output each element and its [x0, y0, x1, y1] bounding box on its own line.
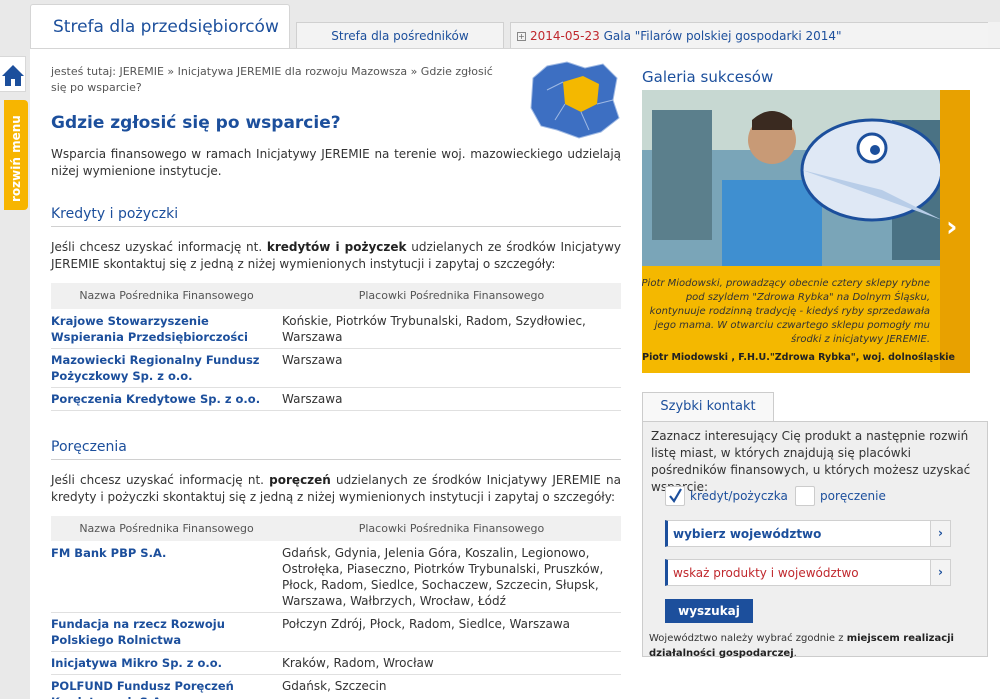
institution-name-link[interactable]: Fundacja na rzecz Rozwoju Polskiego Roln… [51, 612, 282, 652]
expand-icon[interactable]: + [517, 32, 526, 41]
table-row: FM Bank PBP S.A. Gdańsk, Gdynia, Jelenia … [51, 541, 621, 613]
intro-text: Wsparcia finansowego w ramach Inicjatywy… [51, 147, 621, 178]
institution-name-link[interactable]: Inicjatywa Mikro Sp. z o.o. [51, 651, 282, 675]
checkbox-poreczenie[interactable] [795, 486, 815, 506]
tab-quick-contact[interactable]: Szybki kontakt [642, 392, 774, 422]
gallery-title: Galeria sukcesów [642, 68, 774, 86]
chevron-right-icon: › [930, 521, 950, 546]
news-ticker[interactable]: +2014-05-23 Gala "Filarów polskiej gospo… [510, 22, 1000, 48]
table-row: Poręczenia Kredytowe Sp. z o.o. Warszawa [51, 387, 621, 411]
institution-locations: Połczyn Zdrój, Płock, Radom, Siedlce, Wa… [282, 612, 621, 652]
column-header-name: Nazwa Pośrednika Finansowego [51, 283, 282, 310]
column-header-name: Nazwa Pośrednika Finansowego [51, 515, 282, 542]
option-poreczenie-label[interactable]: poręczenie [820, 489, 886, 503]
column-header-locations: Placowki Pośrednika Finansowego [282, 515, 621, 542]
news-title[interactable]: Gala "Filarów polskiej gospodarki 2014" [604, 29, 842, 43]
institution-locations: Warszawa [282, 348, 621, 388]
chevron-right-icon: › [930, 560, 950, 585]
institution-name-link[interactable]: FM Bank PBP S.A. [51, 541, 282, 613]
column-header-locations: Placowki Pośrednika Finansowego [282, 283, 621, 310]
gallery-next-button[interactable]: › [940, 90, 970, 373]
table-row: Fundacja na rzecz Rozwoju Polskiego Roln… [51, 612, 621, 652]
quick-contact-note: Województwo należy wybrać zgodnie z miej… [649, 633, 954, 659]
quick-contact-form: Zaznacz interesujący Cię produkt a nastę… [642, 421, 988, 659]
gallery-author: Piotr Miodowski , F.H.U."Zdrowa Rybka", … [642, 352, 955, 363]
checkmark-icon [669, 488, 682, 503]
home-icon [2, 65, 24, 86]
table-row: Krajowe Stowarzyszenie Wspierania Przeds… [51, 309, 621, 349]
guarantees-table: Nazwa Pośrednika Finansowego Placowki Po… [51, 515, 621, 699]
section-title-guarantees: Poręczenia [51, 439, 621, 460]
breadcrumb[interactable]: jesteś tutaj: JEREMIE » Inicjatywa JEREM… [51, 64, 511, 96]
table-row: Mazowiecki Regionalny Fundusz Pożyczkowy… [51, 348, 621, 388]
select-wojewodztwo[interactable]: wybierz województwo › [665, 520, 951, 547]
chevron-right-icon: › [946, 210, 958, 243]
tab-label: Strefa dla przedsiębiorców [53, 17, 279, 37]
page-title: Gdzie zgłosić się po wsparcie? [51, 113, 341, 133]
institution-locations: Kraków, Radom, Wrocław [282, 651, 621, 675]
table-row: Inicjatywa Mikro Sp. z o.o. Kraków, Radom… [51, 651, 621, 675]
select-value: wskaż produkty i województwo [673, 566, 859, 580]
select-produkty[interactable]: wskaż produkty i województwo › [665, 559, 951, 586]
search-button[interactable]: wyszukaj [665, 599, 753, 623]
tab-strefa-przedsiebiorcow[interactable]: Strefa dla przedsiębiorców [30, 4, 290, 50]
institution-locations: Końskie, Piotrków Trybunalski, Radom, Sz… [282, 309, 621, 349]
tab-label: Strefa dla pośredników [331, 29, 469, 43]
tab-strefa-posrednikow[interactable]: Strefa dla pośredników [296, 22, 504, 48]
loans-description: Jeśli chcesz uzyskać informację nt. kred… [51, 240, 621, 271]
menu-label: rozwiń menu [9, 115, 23, 202]
gallery-caption: Piotr Miodowski, prowadzący obecnie czte… [642, 278, 930, 345]
expand-menu-button[interactable]: rozwiń menu [4, 100, 28, 210]
loans-table: Nazwa Pośrednika Finansowego Placowki Po… [51, 283, 621, 411]
checkbox-kredyt[interactable] [665, 486, 685, 506]
institution-locations: Gdańsk, Gdynia, Jelenia Góra, Koszalin, … [282, 541, 621, 613]
main-content: jesteś tutaj: JEREMIE » Inicjatywa JEREM… [51, 64, 621, 699]
table-row: POLFUND Fundusz Poręczeń Kredytowych S.A… [51, 674, 621, 699]
guarantees-description: Jeśli chcesz uzyskać informację nt. porę… [51, 472, 621, 504]
institution-locations: Warszawa [282, 387, 621, 411]
section-title-loans: Kredyty i pożyczki [51, 206, 621, 227]
gallery-slider[interactable]: › Piotr Miodowski, prowadzący obecnie cz… [642, 90, 970, 373]
institution-name-link[interactable]: Poręczenia Kredytowe Sp. z o.o. [51, 387, 282, 411]
news-date: 2014-05-23 [530, 29, 600, 43]
select-value: wybierz województwo [673, 527, 822, 541]
gallery-photo[interactable] [642, 90, 970, 266]
option-kredyt-label[interactable]: kredyt/pożyczka [690, 489, 788, 503]
home-button[interactable] [0, 56, 26, 92]
institution-name-link[interactable]: POLFUND Fundusz Poręczeń Kredytowych S.A… [51, 674, 282, 699]
institution-name-link[interactable]: Mazowiecki Regionalny Fundusz Pożyczkowy… [51, 348, 282, 388]
institution-locations: Gdańsk, Szczecin [282, 674, 621, 699]
institution-name-link[interactable]: Krajowe Stowarzyszenie Wspierania Przeds… [51, 309, 282, 349]
